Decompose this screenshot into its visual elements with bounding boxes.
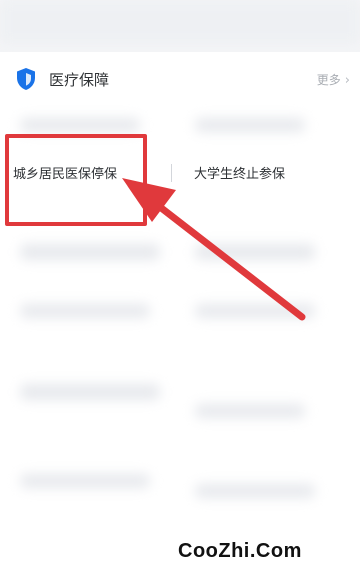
more-link[interactable]: 更多 › (317, 71, 350, 88)
blurred-row (195, 244, 315, 260)
option-college-student-terminate[interactable]: 大学生终止参保 (194, 163, 285, 182)
blurred-row (20, 244, 160, 260)
blurred-row (195, 404, 305, 418)
medical-security-header: 医疗保障 更多 › (0, 52, 360, 104)
watermark: CooZhi.Com (150, 531, 360, 579)
blurred-row (195, 484, 315, 498)
blurred-row (20, 118, 140, 132)
more-label: 更多 (316, 73, 341, 87)
divider (171, 164, 172, 182)
shield-icon (17, 68, 35, 90)
watermark-text: CooZhi.Com (178, 540, 302, 562)
blurred-row (195, 304, 315, 318)
chevron-right-icon: › (344, 73, 350, 88)
blurred-row (20, 304, 150, 318)
blurred-row (20, 474, 150, 488)
blurred-top-band (0, 0, 360, 44)
highlight-box (5, 134, 147, 226)
blurred-row (20, 384, 160, 400)
section-title: 医疗保障 (49, 71, 110, 89)
blurred-row (195, 118, 305, 132)
